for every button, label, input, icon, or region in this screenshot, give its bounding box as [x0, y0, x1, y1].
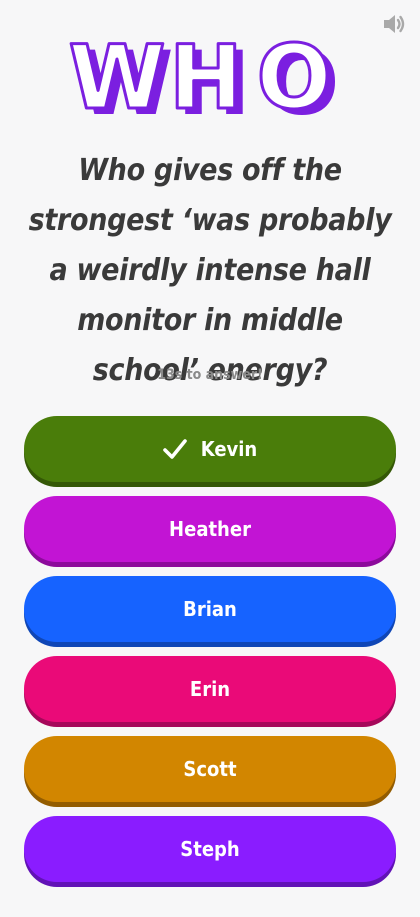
logo-letter-h: H — [169, 30, 243, 126]
answer-button-heather[interactable]: Heather — [24, 496, 396, 562]
check-icon — [162, 439, 187, 459]
answer-label: Erin — [189, 677, 231, 701]
answer-button-erin[interactable]: Erin — [24, 656, 396, 722]
answer-label: Heather — [169, 517, 251, 541]
answer-button-kevin[interactable]: Kevin — [24, 416, 396, 482]
logo-letter-w: W — [68, 30, 165, 126]
answer-button-steph[interactable]: Steph — [24, 816, 396, 882]
answer-button-brian[interactable]: Brian — [24, 576, 396, 642]
logo-letter-o: O — [257, 30, 332, 126]
answer-label: Scott — [183, 757, 237, 781]
question-text: Who gives off the strongest ‘was probabl… — [28, 153, 392, 388]
countdown-text: 13s to answer! — [157, 367, 263, 383]
answer-label: Steph — [180, 837, 240, 861]
answer-button-scott[interactable]: Scott — [24, 736, 396, 802]
who-logo: W H O W H O — [0, 30, 420, 126]
answer-label: Brian — [183, 597, 237, 621]
answer-list: Kevin Heather Brian Erin Scott Steph — [24, 416, 396, 896]
answer-label: Kevin — [200, 437, 258, 461]
